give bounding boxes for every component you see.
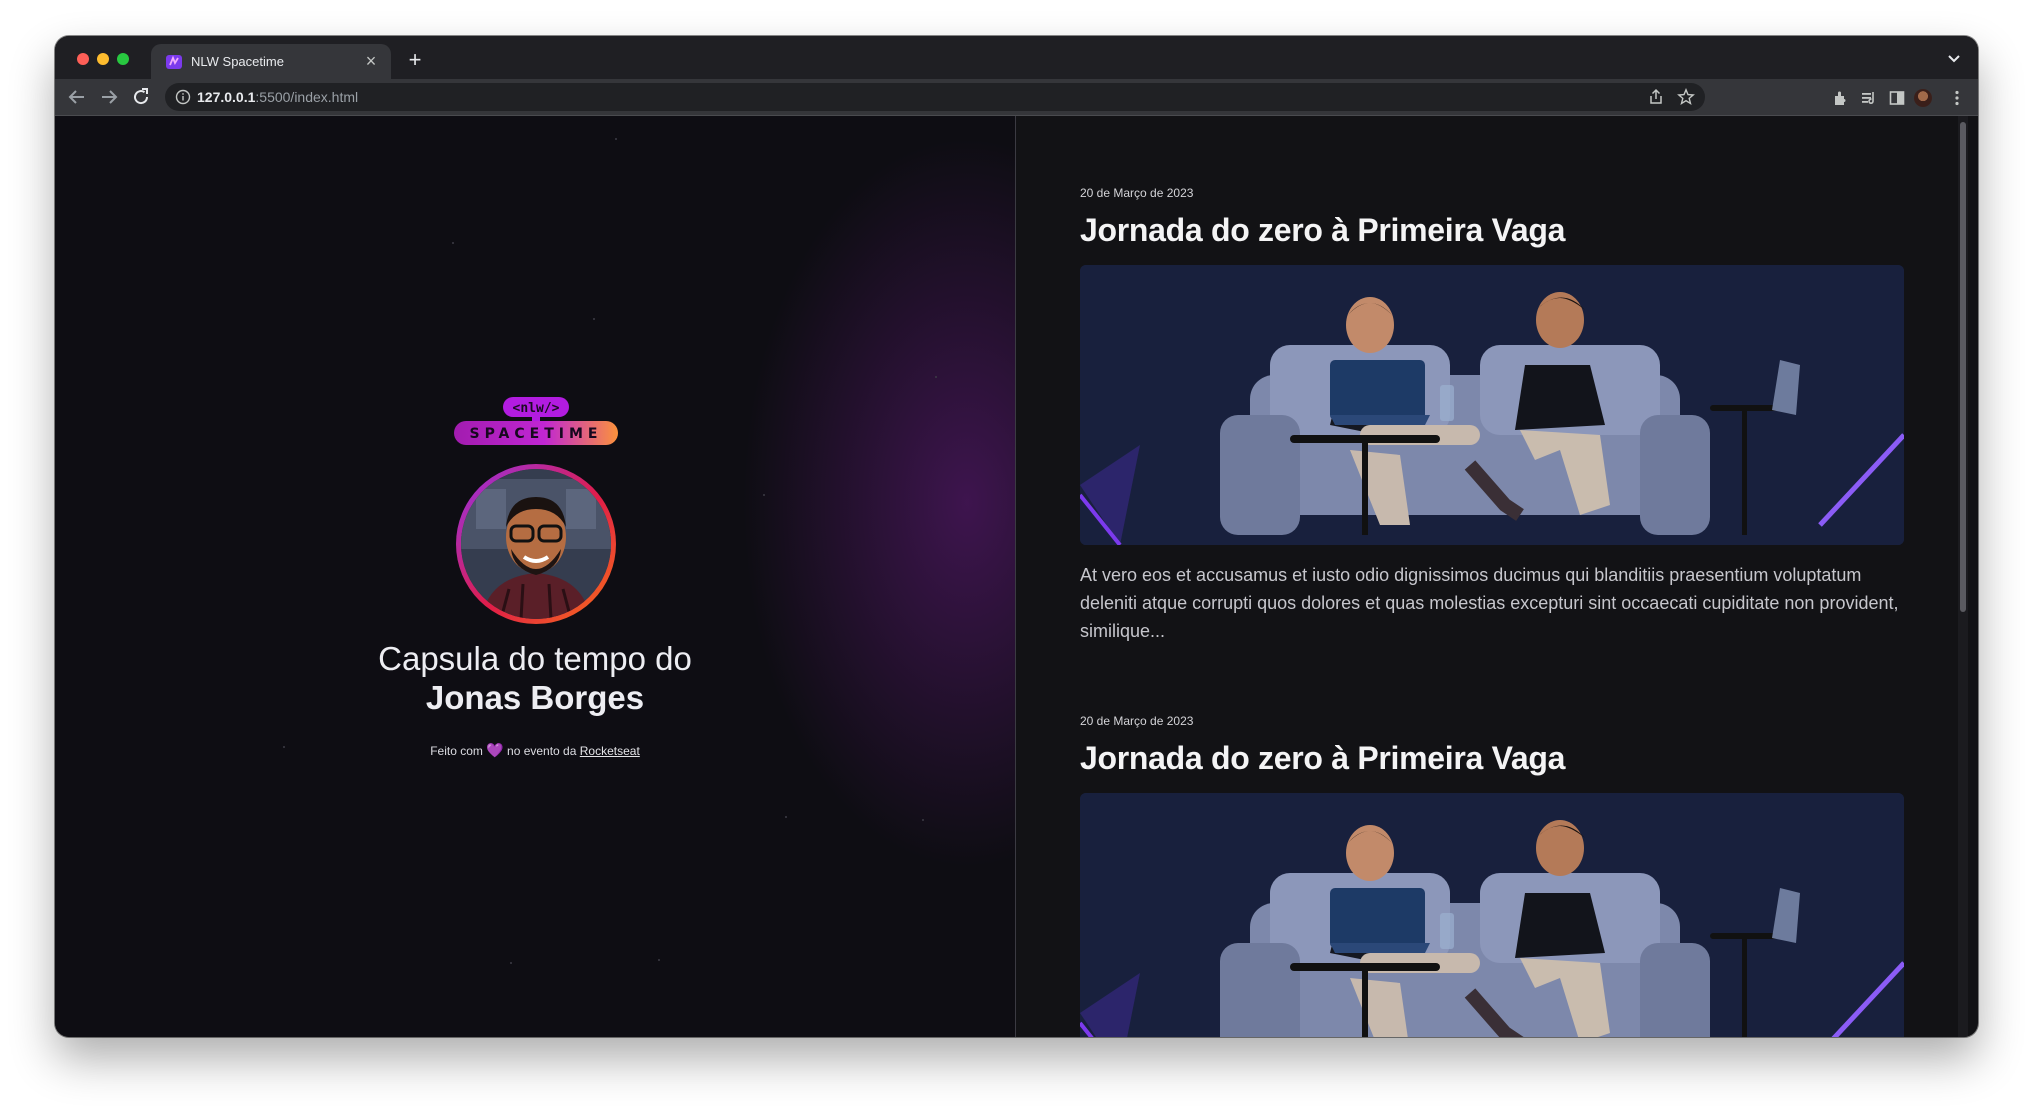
logo-word-text: SPACETIME [470,426,603,442]
star-dot [785,816,787,818]
url-host: 127.0.0.1 [197,89,256,105]
share-icon[interactable] [1647,88,1665,106]
headline-line: Capsula do tempo do [378,640,692,677]
nlw-spacetime-logo: <nlw/> SPACETIME [454,397,618,445]
star-dot [922,819,924,821]
address-bar[interactable]: 127.0.0.1:5500/index.html [165,83,1705,111]
headline-name: Jonas Borges [425,679,645,716]
close-window-button[interactable] [77,53,89,65]
rocketseat-link[interactable]: Rocketseat [580,744,640,758]
post-image [1080,793,1904,1037]
back-icon[interactable] [65,85,89,109]
profile-photo [456,464,616,624]
post-image [1080,265,1904,545]
credit-before: Feito com [430,744,483,758]
post-title[interactable]: Jornada do zero à Primeira Vaga [1080,740,1904,777]
browser-toolbar: 127.0.0.1:5500/index.html [55,79,1978,116]
new-tab-icon[interactable]: + [403,48,427,72]
scrollbar-thumb[interactable] [1960,122,1966,612]
logo-tag-text: <nlw/> [513,401,560,416]
tab-title: NLW Spacetime [191,54,284,69]
posts-panel: 20 de Março de 2023 Jornada do zero à Pr… [1016,116,1968,1037]
star-dot [935,376,937,378]
url-text: 127.0.0.1:5500/index.html [197,89,358,105]
page-content: <nlw/> SPACETIME Capsula do tempo do Jon… [55,116,1978,1037]
extensions-icon[interactable] [1832,89,1850,107]
url-path: :5500/index.html [255,89,359,105]
star-dot [658,959,660,961]
post-date: 20 de Março de 2023 [1080,714,1194,728]
star-dot [510,962,512,964]
purple-heart-icon: 💜 [486,742,504,758]
more-menu-icon[interactable] [1948,89,1966,107]
avatar [461,469,611,619]
star-dot [452,242,454,244]
media-controls-icon[interactable] [1860,89,1878,107]
profile-panel: <nlw/> SPACETIME Capsula do tempo do Jon… [55,116,1016,1037]
bookmark-star-icon[interactable] [1677,88,1695,106]
post-photo [1080,265,1904,545]
post-title[interactable]: Jornada do zero à Primeira Vaga [1080,212,1904,249]
side-panel-icon[interactable] [1888,89,1906,107]
browser-tab[interactable]: NLW Spacetime × [151,44,391,79]
post-date: 20 de Março de 2023 [1080,186,1194,200]
star-dot [593,318,595,320]
post-excerpt: At vero eos et accusamus et iusto odio d… [1080,565,1899,641]
close-tab-icon[interactable]: × [361,51,381,71]
credit-middle: no evento da [507,744,577,758]
minimize-window-button[interactable] [97,53,109,65]
post-photo [1080,793,1904,1037]
forward-icon[interactable] [97,85,121,109]
reload-icon[interactable] [129,85,153,109]
scrollbar[interactable] [1958,116,1968,1037]
browser-window: NLW Spacetime × + 127.0.0.1:5500/index.h… [55,36,1978,1037]
maximize-window-button[interactable] [117,53,129,65]
info-icon[interactable] [175,89,191,105]
nlw-favicon-icon [166,55,182,69]
page-headline: Capsula do tempo do Jonas Borges [255,639,815,717]
profile-photo-image [461,469,611,619]
profile-avatar-icon[interactable] [1914,89,1932,107]
star-dot [615,138,617,140]
tab-strip: NLW Spacetime × + [55,36,1978,79]
star-dot [763,494,765,496]
post-card: 20 de Março de 2023 Jornada do zero à Pr… [1080,186,1904,645]
credit-line: Feito com 💜 no evento da Rocketseat [255,742,815,759]
post-card: 20 de Março de 2023 Jornada do zero à Pr… [1080,714,1904,1037]
chevron-down-icon[interactable] [1944,48,1964,68]
